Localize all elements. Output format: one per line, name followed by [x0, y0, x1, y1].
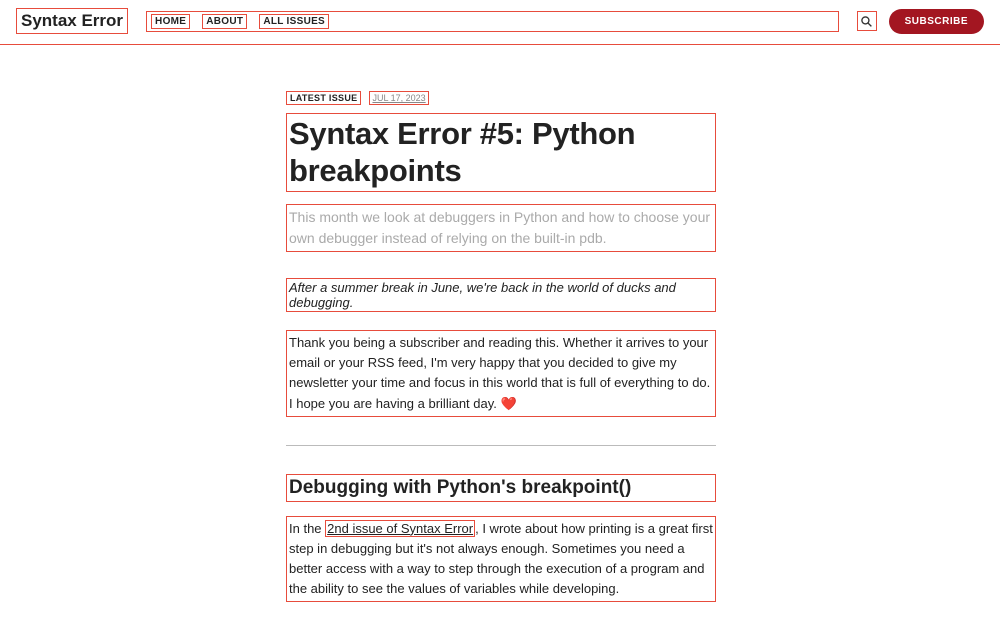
post-body-paragraph: In the 2nd issue of Syntax Error, I wrot…	[286, 516, 716, 603]
post-subtitle: This month we look at debuggers in Pytho…	[286, 204, 716, 252]
issue-2-link[interactable]: 2nd issue of Syntax Error	[325, 520, 475, 537]
latest-issue-badge: LATEST ISSUE	[286, 91, 361, 105]
post-title: Syntax Error #5: Python breakpoints	[286, 113, 716, 192]
nav-about[interactable]: ABOUT	[202, 14, 247, 29]
heart-icon: ❤️	[501, 396, 517, 411]
post-intro: After a summer break in June, we're back…	[286, 278, 716, 312]
nav-all-issues[interactable]: ALL ISSUES	[259, 14, 329, 29]
post-thanks-paragraph: Thank you being a subscriber and reading…	[286, 330, 716, 417]
brand-title[interactable]: Syntax Error	[16, 8, 128, 34]
main-nav: HOME ABOUT ALL ISSUES	[146, 11, 839, 32]
section-heading: Debugging with Python's breakpoint()	[286, 474, 716, 502]
subscribe-button[interactable]: SUBSCRIBE	[889, 9, 984, 34]
search-icon[interactable]	[857, 11, 877, 31]
nav-home[interactable]: HOME	[151, 14, 190, 29]
post-date[interactable]: JUL 17, 2023	[369, 91, 428, 105]
section-divider	[286, 445, 716, 446]
